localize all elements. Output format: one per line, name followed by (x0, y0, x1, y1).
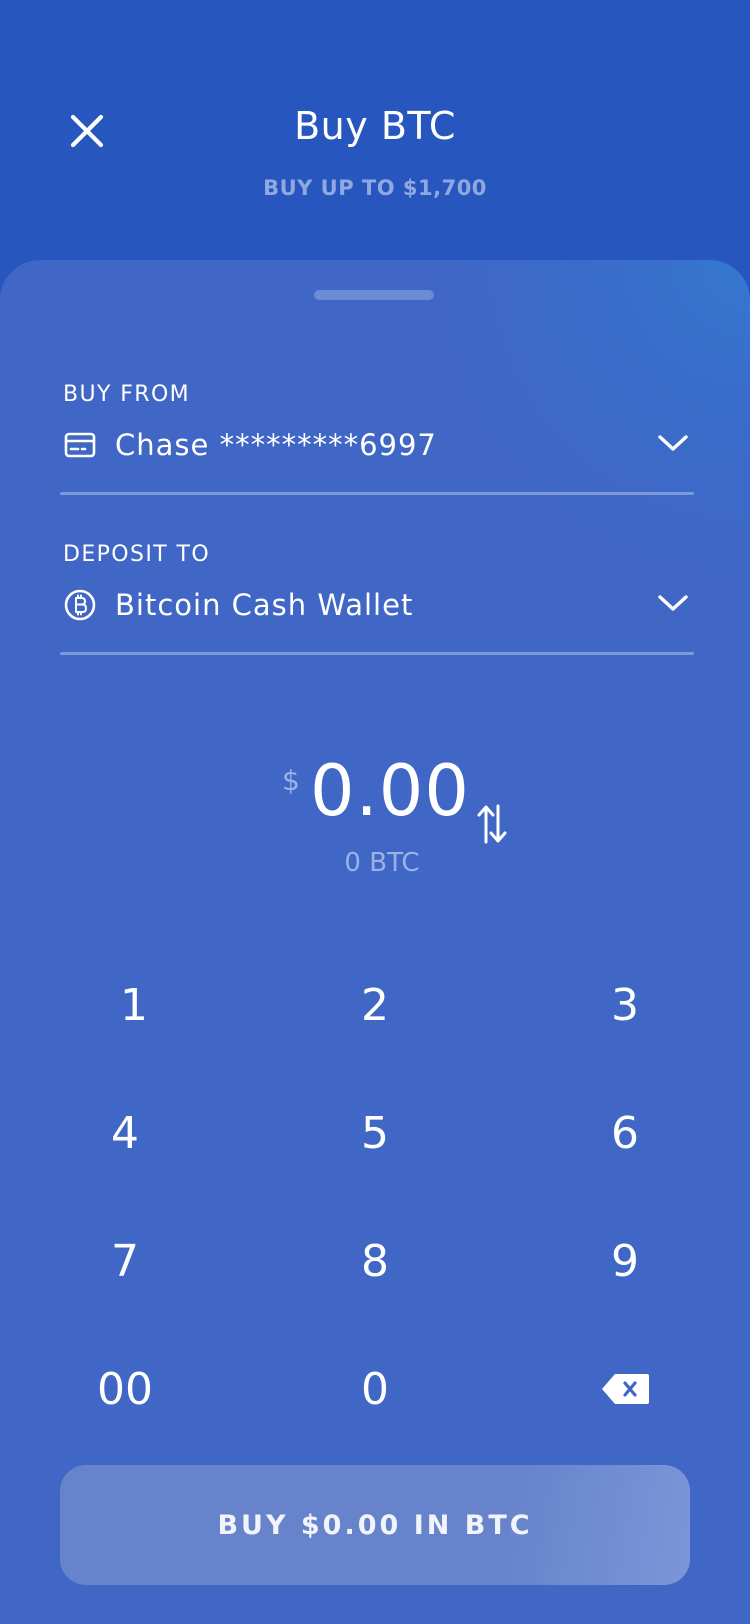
key-2[interactable]: 2 (305, 955, 445, 1055)
swap-currency-button[interactable] (474, 802, 510, 846)
buy-limit-subtitle: BUY UP TO $1,700 (263, 176, 487, 200)
key-00[interactable]: 00 (55, 1339, 195, 1439)
buy-from-value: Chase *********6997 (115, 428, 437, 462)
buy-from-label: BUY FROM (63, 382, 191, 407)
divider (60, 652, 694, 655)
deposit-to-label: DEPOSIT TO (63, 542, 211, 567)
swap-arrows-icon (477, 804, 507, 844)
deposit-to-selector[interactable]: Bitcoin Cash Wallet (60, 580, 694, 630)
buy-button[interactable]: BUY $0.00 IN BTC (60, 1465, 690, 1585)
page-title: Buy BTC (294, 104, 456, 148)
amount-value: 0.00 (310, 750, 470, 832)
chevron-down-icon[interactable] (656, 588, 690, 618)
key-1[interactable]: 1 (64, 955, 204, 1055)
key-3[interactable]: 3 (555, 955, 695, 1055)
currency-symbol: $ (282, 764, 300, 797)
backspace-key[interactable] (555, 1339, 695, 1439)
chevron-down-icon[interactable] (656, 428, 690, 458)
key-0[interactable]: 0 (305, 1339, 445, 1439)
key-6[interactable]: 6 (555, 1083, 695, 1183)
header: Buy BTC BUY UP TO $1,700 (0, 0, 750, 260)
buy-from-selector[interactable]: Chase *********6997 (60, 420, 694, 470)
amount-display: $ 0.00 0 BTC (0, 750, 750, 880)
credit-card-icon (63, 428, 97, 462)
key-7[interactable]: 7 (55, 1211, 195, 1311)
deposit-to-value: Bitcoin Cash Wallet (115, 588, 414, 622)
divider (60, 492, 694, 495)
backspace-icon (602, 1374, 649, 1404)
key-9[interactable]: 9 (555, 1211, 695, 1311)
converted-amount: 0 BTC (344, 848, 420, 878)
key-4[interactable]: 4 (55, 1083, 195, 1183)
bitcoin-icon (63, 588, 97, 622)
sheet-drag-handle[interactable] (314, 290, 434, 300)
key-8[interactable]: 8 (305, 1211, 445, 1311)
key-5[interactable]: 5 (305, 1083, 445, 1183)
